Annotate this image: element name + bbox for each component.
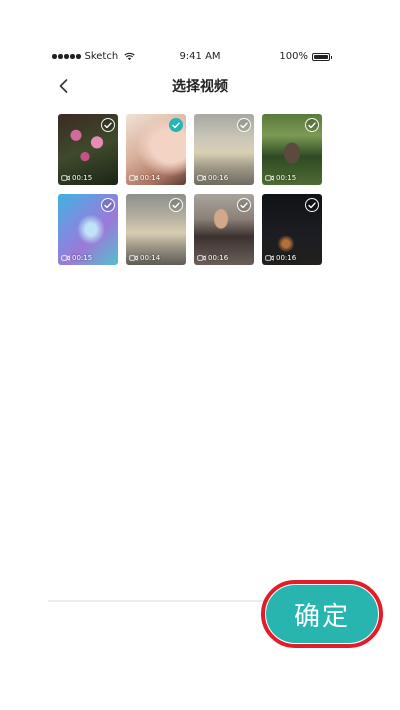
select-checkbox[interactable] — [237, 198, 251, 212]
duration-text: 00:16 — [208, 174, 229, 182]
duration-text: 00:15 — [72, 254, 93, 262]
video-duration: 00:14 — [129, 174, 160, 182]
checkmark-icon — [104, 122, 112, 128]
checkmark-icon — [104, 202, 112, 208]
video-tile[interactable]: 00:14 — [126, 114, 186, 185]
video-duration: 00:16 — [265, 254, 296, 262]
status-time: 9:41 AM — [179, 51, 221, 62]
select-checkbox[interactable] — [305, 118, 319, 132]
nav-bar: 选择视频 — [0, 74, 400, 98]
video-tile[interactable]: 00:16 — [194, 194, 254, 265]
video-duration: 00:14 — [129, 254, 160, 262]
checkmark-icon — [240, 122, 248, 128]
video-duration: 00:15 — [61, 254, 92, 262]
video-camera-icon — [197, 175, 206, 181]
checkmark-icon — [308, 122, 316, 128]
video-camera-icon — [129, 255, 138, 261]
video-camera-icon — [197, 255, 206, 261]
duration-text: 00:14 — [140, 254, 161, 262]
bottom-divider — [48, 600, 288, 602]
checkmark-icon — [172, 122, 180, 128]
select-checkbox[interactable] — [237, 118, 251, 132]
video-tile[interactable]: 00:15 — [262, 114, 322, 185]
video-tile[interactable]: 00:15 — [58, 114, 118, 185]
video-camera-icon — [265, 175, 274, 181]
battery-percent: 100% — [279, 51, 308, 62]
select-checkbox-checked[interactable] — [169, 118, 183, 132]
select-checkbox[interactable] — [305, 198, 319, 212]
select-checkbox[interactable] — [101, 118, 115, 132]
checkmark-icon — [172, 202, 180, 208]
video-duration: 00:15 — [61, 174, 92, 182]
duration-text: 00:16 — [276, 254, 297, 262]
video-tile[interactable]: 00:16 — [194, 114, 254, 185]
video-duration: 00:16 — [197, 254, 228, 262]
duration-text: 00:14 — [140, 174, 161, 182]
video-duration: 00:15 — [265, 174, 296, 182]
page-title: 选择视频 — [172, 79, 228, 95]
duration-text: 00:15 — [276, 174, 297, 182]
duration-text: 00:16 — [208, 254, 229, 262]
battery-icon — [312, 52, 332, 61]
video-camera-icon — [61, 255, 70, 261]
video-tile[interactable]: 00:16 — [262, 194, 322, 265]
video-duration: 00:16 — [197, 174, 228, 182]
video-camera-icon — [129, 175, 138, 181]
duration-text: 00:15 — [72, 174, 93, 182]
video-tile[interactable]: 00:14 — [126, 194, 186, 265]
status-right: 100% — [279, 51, 332, 62]
video-grid: 00:15 00:14 00:16 00:15 00:15 00:14 00:1… — [58, 114, 322, 265]
checkmark-icon — [240, 202, 248, 208]
confirm-button[interactable]: 确定 — [266, 585, 378, 643]
status-bar: Sketch 9:41 AM 100% — [0, 48, 400, 66]
select-checkbox[interactable] — [169, 198, 183, 212]
video-camera-icon — [61, 175, 70, 181]
video-camera-icon — [265, 255, 274, 261]
checkmark-icon — [308, 202, 316, 208]
video-tile[interactable]: 00:15 — [58, 194, 118, 265]
select-checkbox[interactable] — [101, 198, 115, 212]
